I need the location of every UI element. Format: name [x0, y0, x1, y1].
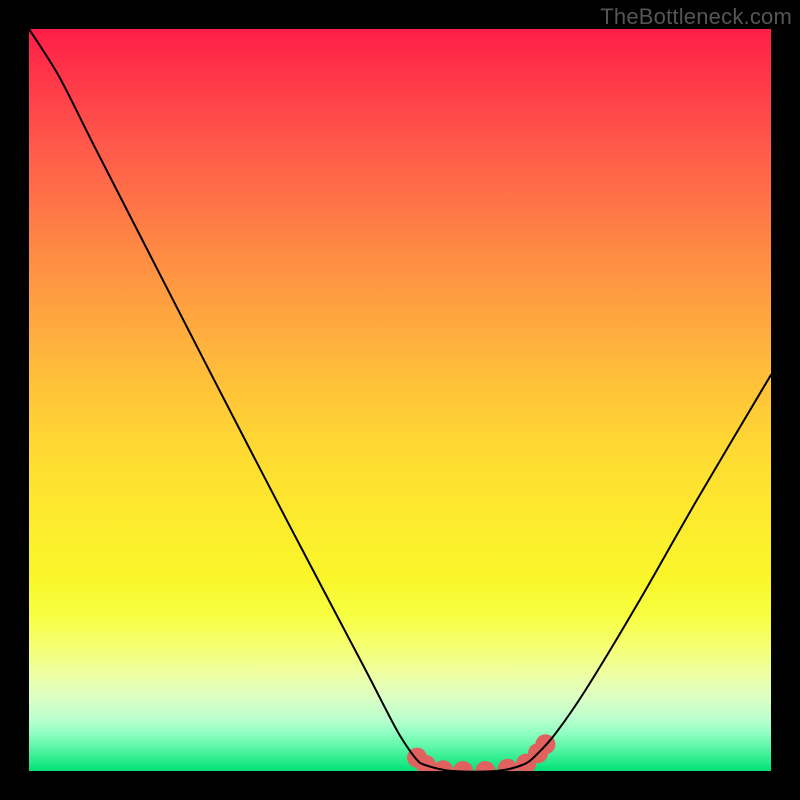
bottleneck-curve-path	[29, 29, 771, 771]
floor-marker	[453, 761, 473, 771]
chart-frame: TheBottleneck.com	[0, 0, 800, 800]
watermark-text: TheBottleneck.com	[600, 4, 792, 30]
floor-marker	[475, 761, 495, 771]
plot-area	[29, 29, 771, 771]
chart-svg	[29, 29, 771, 771]
